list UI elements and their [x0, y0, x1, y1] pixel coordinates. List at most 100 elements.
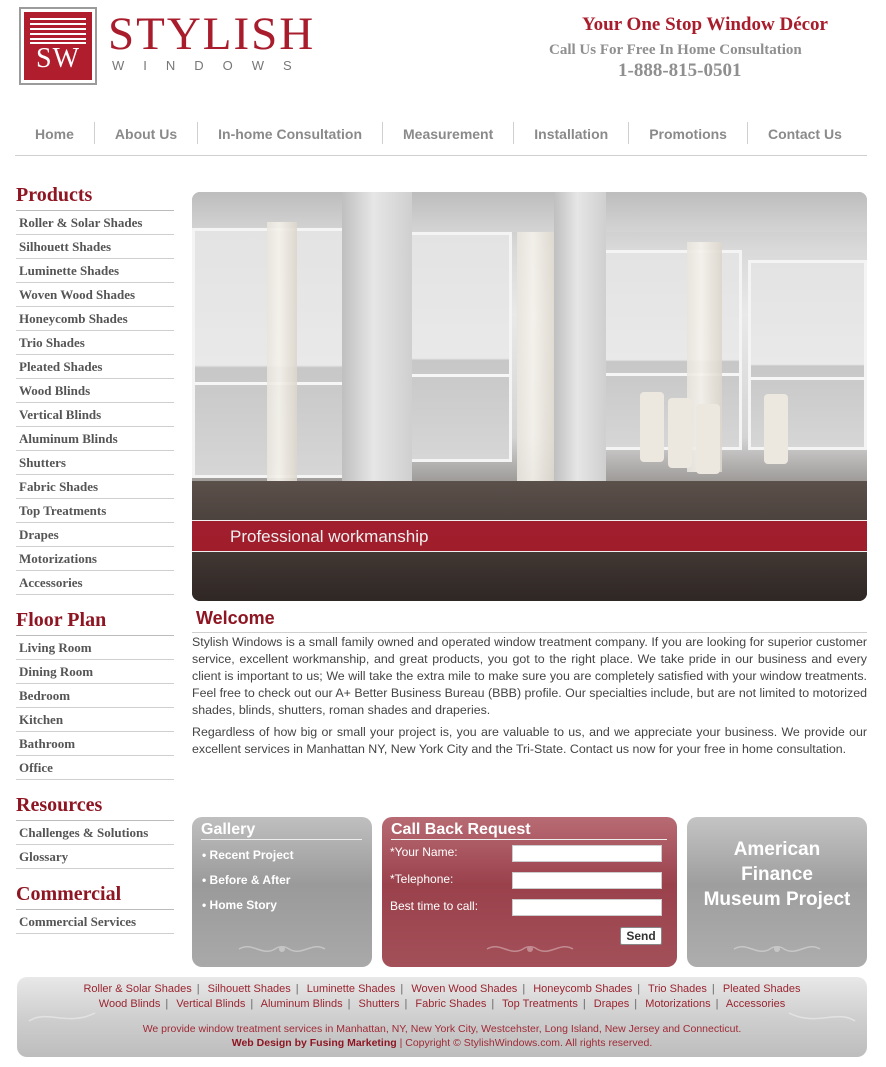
gallery-link-before-after[interactable]: • Before & After	[202, 873, 290, 887]
callback-divider	[391, 839, 667, 840]
nav-about-us[interactable]: About Us	[95, 122, 199, 144]
tagline: Your One Stop Window Décor	[582, 14, 828, 35]
hero-column	[554, 192, 606, 522]
sidebar-item-accessories[interactable]: Accessories	[16, 571, 174, 595]
best-time-field[interactable]	[512, 899, 662, 916]
copyright: | Copyright © StylishWindows.com. All ri…	[399, 1037, 653, 1049]
sidebar-item-commercial-services[interactable]: Commercial Services	[16, 910, 174, 934]
footer-link[interactable]: Honeycomb Shades	[533, 983, 632, 995]
products-heading: Products	[16, 184, 174, 211]
sidebar-item-bathroom[interactable]: Bathroom	[16, 732, 174, 756]
phone-number: 1-888-815-0501	[618, 60, 742, 81]
logo[interactable]: SW	[19, 7, 97, 85]
callback-title: Call Back Request	[391, 821, 531, 838]
sidebar-item-wood-blinds[interactable]: Wood Blinds	[16, 379, 174, 403]
welcome-divider	[192, 632, 867, 633]
sidebar-item-woven-wood-shades[interactable]: Woven Wood Shades	[16, 283, 174, 307]
callback-box: Call Back Request *Your Name: *Telephone…	[382, 817, 677, 967]
footer-link[interactable]: Vertical Blinds	[176, 998, 245, 1010]
sidebar-item-office[interactable]: Office	[16, 756, 174, 780]
ornament-icon	[486, 946, 573, 952]
sidebar-item-dining-room[interactable]: Dining Room	[16, 660, 174, 684]
footer-link[interactable]: Woven Wood Shades	[411, 983, 517, 995]
footer-link[interactable]: Pleated Shades	[723, 983, 801, 995]
sidebar: Products Roller & Solar Shades Silhouett…	[16, 184, 174, 948]
resources-list: Challenges & Solutions Glossary	[16, 821, 174, 869]
nav-home[interactable]: Home	[15, 122, 95, 144]
floorplan-heading: Floor Plan	[16, 609, 174, 636]
footer-link[interactable]: Wood Blinds	[99, 998, 161, 1010]
sidebar-item-bedroom[interactable]: Bedroom	[16, 684, 174, 708]
brand-subtitle: WINDOWS	[112, 58, 311, 73]
welcome-paragraph: Stylish Windows is a small family owned …	[192, 635, 867, 717]
products-list: Roller & Solar Shades Silhouett Shades L…	[16, 211, 174, 595]
sidebar-item-challenges-solutions[interactable]: Challenges & Solutions	[16, 821, 174, 845]
telephone-field[interactable]	[512, 872, 662, 889]
send-button[interactable]: Send	[620, 927, 662, 945]
hero-chair	[668, 398, 692, 468]
gallery-box: Gallery • Recent Project • Before & Afte…	[192, 817, 372, 967]
footer-link[interactable]: Top Treatments	[502, 998, 578, 1010]
footer-link[interactable]: Silhouett Shades	[208, 983, 291, 995]
sidebar-item-drapes[interactable]: Drapes	[16, 523, 174, 547]
sidebar-item-living-room[interactable]: Living Room	[16, 636, 174, 660]
credit-link[interactable]: Fusing Marketing	[310, 1037, 397, 1049]
sidebar-item-trio-shades[interactable]: Trio Shades	[16, 331, 174, 355]
footer-link[interactable]: Luminette Shades	[307, 983, 396, 995]
footer-link[interactable]: Fabric Shades	[415, 998, 486, 1010]
sidebar-item-pleated-shades[interactable]: Pleated Shades	[16, 355, 174, 379]
sidebar-item-roller-solar-shades[interactable]: Roller & Solar Shades	[16, 211, 174, 235]
brand-name[interactable]: STYLISH	[108, 10, 315, 58]
best-time-label: Best time to call:	[390, 899, 479, 913]
nav-promotions[interactable]: Promotions	[629, 122, 748, 144]
logo-letters: SW	[30, 42, 86, 74]
museum-project-title: American Finance Museum Project	[687, 837, 867, 912]
footer-link[interactable]: Shutters	[359, 998, 400, 1010]
sidebar-item-glossary[interactable]: Glossary	[16, 845, 174, 869]
museum-line: Museum Project	[703, 889, 851, 910]
footer: Roller & Solar Shades | Silhouett Shades |…	[17, 977, 867, 1057]
sidebar-item-fabric-shades[interactable]: Fabric Shades	[16, 475, 174, 499]
welcome-title: Welcome	[196, 608, 275, 628]
museum-project-box[interactable]: American Finance Museum Project	[687, 817, 867, 967]
hero-curtain	[267, 222, 297, 522]
hero-image: Professional workmanship	[192, 192, 867, 601]
nav-in-home-consultation[interactable]: In-home Consultation	[198, 122, 384, 144]
footer-link[interactable]: Accessories	[726, 998, 785, 1010]
gallery-link-recent-project[interactable]: • Recent Project	[202, 848, 294, 862]
footer-credit: Web Design by Fusing Marketing | Copyrig…	[17, 1037, 867, 1049]
sidebar-item-luminette-shades[interactable]: Luminette Shades	[16, 259, 174, 283]
footer-link[interactable]: Aluminum Blinds	[261, 998, 343, 1010]
hero-caption: Professional workmanship	[230, 527, 429, 546]
sidebar-item-shutters[interactable]: Shutters	[16, 451, 174, 475]
hero-chair	[640, 392, 664, 462]
logo-mark: SW	[24, 12, 92, 80]
ornament-icon	[733, 946, 821, 952]
commercial-heading: Commercial	[16, 883, 174, 910]
credit-prefix: Web Design by	[231, 1037, 307, 1049]
gallery-link-home-story[interactable]: • Home Story	[202, 898, 277, 912]
name-field[interactable]	[512, 845, 662, 862]
sidebar-item-silhouett-shades[interactable]: Silhouett Shades	[16, 235, 174, 259]
sidebar-item-top-treatments[interactable]: Top Treatments	[16, 499, 174, 523]
blinds-icon	[30, 18, 86, 44]
name-label: *Your Name:	[390, 845, 458, 859]
nav-installation[interactable]: Installation	[514, 122, 630, 144]
nav-contact-us[interactable]: Contact Us	[748, 122, 862, 144]
sidebar-item-motorizations[interactable]: Motorizations	[16, 547, 174, 571]
footer-link[interactable]: Trio Shades	[648, 983, 707, 995]
hero-caption-bar: Professional workmanship	[192, 520, 867, 552]
footer-link[interactable]: Drapes	[594, 998, 629, 1010]
hero-window	[407, 232, 512, 462]
footer-link[interactable]: Motorizations	[645, 998, 710, 1010]
floorplan-list: Living Room Dining Room Bedroom Kitchen …	[16, 636, 174, 780]
footer-link[interactable]: Roller & Solar Shades	[83, 983, 191, 995]
welcome-body: Stylish Windows is a small family owned …	[192, 634, 867, 763]
welcome-paragraph: Regardless of how big or small your proj…	[192, 725, 867, 756]
sidebar-item-vertical-blinds[interactable]: Vertical Blinds	[16, 403, 174, 427]
sidebar-item-aluminum-blinds[interactable]: Aluminum Blinds	[16, 427, 174, 451]
resources-heading: Resources	[16, 794, 174, 821]
nav-measurement[interactable]: Measurement	[383, 122, 515, 144]
sidebar-item-kitchen[interactable]: Kitchen	[16, 708, 174, 732]
sidebar-item-honeycomb-shades[interactable]: Honeycomb Shades	[16, 307, 174, 331]
